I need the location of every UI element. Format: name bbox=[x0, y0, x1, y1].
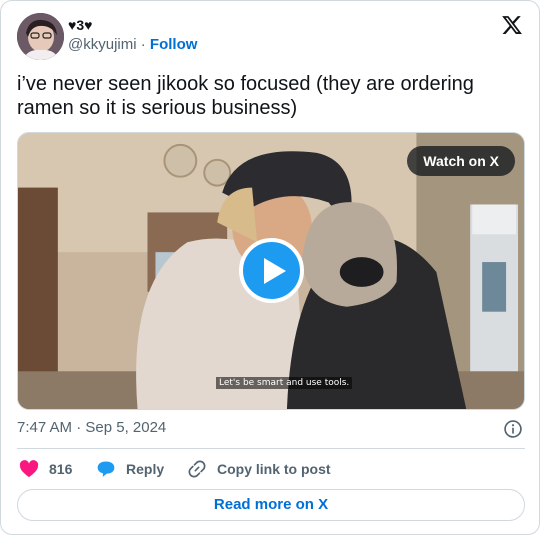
like-button[interactable]: 816 bbox=[19, 459, 72, 479]
avatar[interactable] bbox=[17, 13, 64, 60]
display-name[interactable]: ♥3♥ bbox=[68, 17, 92, 34]
like-count: 816 bbox=[49, 461, 73, 477]
post-timestamp[interactable]: 7:47 AM · Sep 5, 2024 bbox=[17, 419, 166, 437]
play-icon bbox=[264, 258, 286, 284]
reply-button[interactable]: Reply bbox=[96, 459, 164, 479]
avatar-image bbox=[17, 13, 64, 60]
post-text: i’ve never seen jikook so focused (they … bbox=[17, 73, 474, 119]
info-icon[interactable] bbox=[503, 419, 523, 439]
follow-link[interactable]: Follow bbox=[150, 36, 198, 53]
user-handle[interactable]: @kkyujimi bbox=[68, 36, 137, 53]
watch-on-x-button[interactable]: Watch on X bbox=[407, 146, 515, 176]
link-icon bbox=[188, 460, 206, 478]
handle-row: @kkyujimi · Follow bbox=[68, 36, 197, 54]
x-logo-icon[interactable] bbox=[501, 14, 523, 36]
heart-icon bbox=[19, 460, 39, 478]
handle-separator: · bbox=[136, 36, 150, 53]
video-subtitle: Let's be smart and use tools. bbox=[216, 377, 353, 389]
video-thumbnail[interactable]: Watch on X Let's be smart and use tools. bbox=[17, 132, 525, 410]
play-button[interactable] bbox=[239, 238, 304, 303]
reply-bubble-icon bbox=[97, 461, 115, 477]
copy-link-button[interactable]: Copy link to post bbox=[187, 459, 331, 479]
copy-link-label: Copy link to post bbox=[217, 461, 331, 477]
divider bbox=[17, 448, 525, 449]
embedded-post-card: ♥3♥ @kkyujimi · Follow i’ve never seen j… bbox=[0, 0, 540, 535]
reply-label: Reply bbox=[126, 461, 165, 477]
read-more-button[interactable]: Read more on X bbox=[17, 489, 525, 521]
